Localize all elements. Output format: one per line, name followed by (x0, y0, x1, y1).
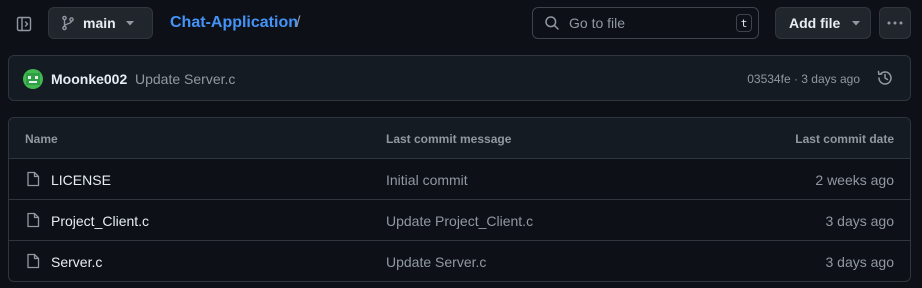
keyboard-shortcut-badge: t (736, 14, 752, 32)
file-commit-date: 3 days ago (825, 254, 895, 270)
file-table: Name Last commit message Last commit dat… (8, 117, 911, 282)
search-placeholder: Go to file (569, 15, 626, 31)
commit-message[interactable]: Update Server.c (135, 71, 235, 87)
search-icon (544, 15, 560, 31)
table-header: Name Last commit message Last commit dat… (9, 118, 910, 159)
file-commit-message[interactable]: Update Server.c (386, 254, 486, 270)
column-header-name: Name (25, 132, 58, 146)
repo-name-link[interactable]: Chat-Application (170, 14, 298, 32)
file-commit-message[interactable]: Update Project_Client.c (386, 213, 533, 229)
branch-selector-button[interactable]: main (48, 7, 153, 39)
file-name-link[interactable]: Server.c (51, 254, 102, 270)
sidebar-collapse-icon (16, 16, 32, 32)
file-commit-date: 2 weeks ago (815, 172, 894, 188)
chevron-down-icon (125, 20, 134, 26)
add-file-label: Add file (789, 15, 841, 31)
file-icon (26, 171, 40, 187)
latest-commit-bar: Moonke002 Update Server.c 03534fe · 3 da… (8, 55, 911, 101)
path-separator: / (296, 14, 301, 31)
table-row[interactable]: Project_Client.c Update Project_Client.c… (9, 200, 910, 241)
go-to-file-input[interactable]: Go to file t (532, 7, 759, 39)
chevron-down-icon (852, 20, 861, 26)
table-row[interactable]: Server.c Update Server.c 3 days ago (9, 241, 910, 281)
sidebar-toggle-button[interactable] (10, 10, 38, 38)
avatar[interactable] (23, 69, 43, 89)
table-row[interactable]: LICENSE Initial commit 2 weeks ago (9, 159, 910, 200)
column-header-date: Last commit date (795, 132, 894, 146)
commit-hash-and-time[interactable]: 03534fe · 3 days ago (747, 72, 860, 86)
column-header-message: Last commit message (386, 132, 512, 146)
file-name-link[interactable]: LICENSE (51, 172, 111, 188)
more-options-button[interactable] (879, 7, 911, 39)
commit-author[interactable]: Moonke002 (51, 71, 127, 87)
add-file-button[interactable]: Add file (775, 7, 871, 39)
history-icon[interactable] (876, 69, 894, 87)
file-commit-message[interactable]: Initial commit (386, 172, 468, 188)
file-commit-date: 3 days ago (825, 213, 895, 229)
file-icon (26, 212, 40, 228)
file-icon (26, 253, 40, 269)
branch-name: main (83, 15, 116, 31)
file-name-link[interactable]: Project_Client.c (51, 213, 149, 229)
kebab-horizontal-icon (887, 21, 903, 25)
git-branch-icon (61, 15, 75, 31)
